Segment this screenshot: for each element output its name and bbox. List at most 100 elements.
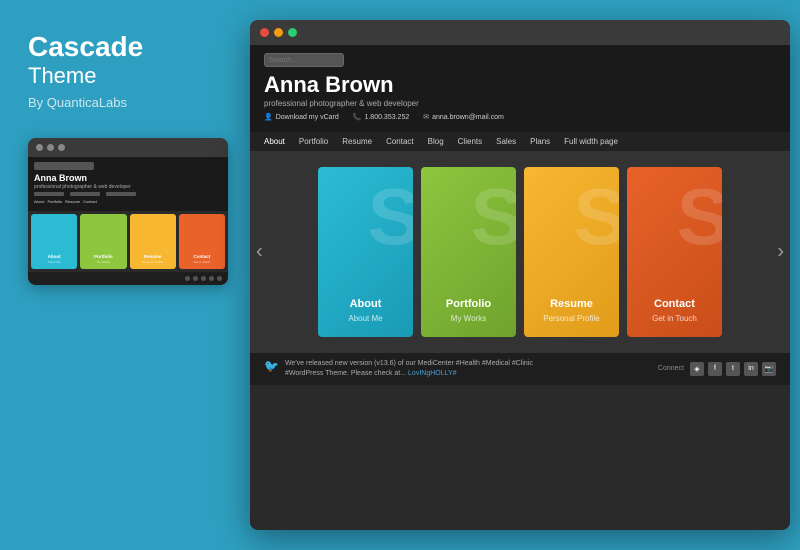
- small-dot-2: [47, 144, 54, 151]
- small-search-box: [34, 162, 94, 170]
- card-contact-sub: Get in Touch: [652, 314, 697, 323]
- large-browser-mockup: Anna Brown professional photographer & w…: [250, 20, 790, 530]
- small-search-row: [34, 162, 222, 170]
- site-footer: 🐦 We've released new version (v13.6) of …: [250, 353, 790, 385]
- large-browser-bar: [250, 20, 790, 45]
- theme-subtitle: Theme: [28, 63, 217, 89]
- card-contact-label: Contact: [654, 298, 695, 310]
- small-footer-dot-1: [185, 276, 190, 281]
- nav-blog[interactable]: Blog: [428, 137, 444, 146]
- card-resume-sub: Personal Profile: [543, 314, 599, 323]
- site-name: Anna Brown: [264, 72, 776, 98]
- card-contact[interactable]: S Contact Get in Touch: [627, 167, 722, 337]
- small-browser-mockup: Anna Brown professional photographer & w…: [28, 138, 228, 285]
- small-browser-content: Anna Brown professional photographer & w…: [28, 157, 228, 285]
- connect-icons: ◈ f t in 📷: [690, 362, 776, 376]
- large-dot-green: [288, 28, 297, 37]
- twitter-icon: 🐦: [264, 359, 279, 373]
- site-search-row: [264, 53, 776, 67]
- small-footer-dot-2: [193, 276, 198, 281]
- small-footer-dot-4: [209, 276, 214, 281]
- small-footer: [28, 272, 228, 285]
- small-dot-3: [58, 144, 65, 151]
- large-dot-yellow: [274, 28, 283, 37]
- tweet-text: We've released new version (v13.6) of ou…: [285, 359, 545, 379]
- small-cards-container: About About Me Portfolio My Works Resume…: [28, 211, 228, 272]
- small-footer-dot-5: [217, 276, 222, 281]
- theme-by: By QuanticaLabs: [28, 95, 217, 110]
- cards-container: S About About Me S Portfolio My Works S …: [318, 167, 722, 337]
- card-resume-label: Resume: [550, 298, 593, 310]
- connect-label: Connect: [658, 365, 684, 372]
- site-nav: About Portfolio Resume Contact Blog Clie…: [250, 132, 790, 151]
- phone-icon: 📞: [353, 113, 362, 121]
- nav-fullwidth[interactable]: Full width page: [564, 137, 618, 146]
- small-card-contact: Contact Get in Touch: [179, 214, 225, 269]
- vcard-icon: 👤: [264, 113, 273, 121]
- hero-section: ‹ S About About Me S Portfolio My Works …: [250, 151, 790, 353]
- small-card-about-sub: About Me: [48, 260, 61, 264]
- rss-icon[interactable]: ◈: [690, 362, 704, 376]
- site-desc: professional photographer & web develope…: [264, 99, 776, 108]
- footer-connect: Connect ◈ f t in 📷: [658, 362, 776, 376]
- small-browser-bar: [28, 138, 228, 157]
- twitter-connect-icon[interactable]: t: [726, 362, 740, 376]
- small-nav-portfolio: Portfolio: [47, 199, 62, 204]
- site-meta-phone: 📞 1.800.353.252: [353, 113, 409, 121]
- tweet-link[interactable]: LovINgHOLLY#: [408, 370, 457, 377]
- site-search-input[interactable]: [264, 53, 344, 67]
- theme-title: Cascade: [28, 32, 217, 63]
- small-card-about: About About Me: [31, 214, 77, 269]
- nav-resume[interactable]: Resume: [342, 137, 372, 146]
- card-resume-watermark: S: [574, 177, 619, 257]
- card-about[interactable]: S About About Me: [318, 167, 413, 337]
- small-site-desc: professional photographer & web develope…: [34, 184, 222, 190]
- small-meta-2: [70, 192, 100, 196]
- site-meta-vcard: 👤 Download my vCard: [264, 113, 339, 121]
- card-portfolio[interactable]: S Portfolio My Works: [421, 167, 516, 337]
- next-arrow[interactable]: ›: [777, 241, 784, 264]
- small-dot-1: [36, 144, 43, 151]
- large-browser-content: Anna Brown professional photographer & w…: [250, 45, 790, 525]
- card-about-watermark: S: [368, 177, 413, 257]
- site-meta: 👤 Download my vCard 📞 1.800.353.252 ✉ an…: [264, 113, 776, 121]
- small-nav-contact: Contact: [83, 199, 97, 204]
- email-icon: ✉: [423, 113, 429, 121]
- card-resume[interactable]: S Resume Personal Profile: [524, 167, 619, 337]
- card-portfolio-label: Portfolio: [446, 298, 491, 310]
- small-card-resume-label: Resume: [144, 254, 162, 259]
- small-meta-3: [106, 192, 136, 196]
- email-text: anna.brown@mail.com: [432, 114, 504, 121]
- site-header: Anna Brown professional photographer & w…: [250, 45, 790, 132]
- small-card-contact-sub: Get in Touch: [193, 260, 210, 264]
- card-about-sub: About Me: [348, 314, 382, 323]
- small-card-about-label: About: [48, 254, 61, 259]
- linkedin-icon[interactable]: in: [744, 362, 758, 376]
- card-about-label: About: [350, 298, 382, 310]
- photo-icon[interactable]: 📷: [762, 362, 776, 376]
- nav-about[interactable]: About: [264, 137, 285, 146]
- small-card-resume: Resume Personal Profile: [130, 214, 176, 269]
- left-panel: Cascade Theme By QuanticaLabs Anna Brown…: [0, 0, 245, 550]
- vcard-text: Download my vCard: [276, 114, 339, 121]
- small-site-name: Anna Brown: [34, 173, 222, 183]
- small-nav-about: About: [34, 199, 44, 204]
- footer-tweet: 🐦 We've released new version (v13.6) of …: [264, 359, 658, 379]
- small-card-portfolio: Portfolio My Works: [80, 214, 126, 269]
- small-nav: About Portfolio Resume Contact: [34, 199, 222, 204]
- small-card-resume-sub: Personal Profile: [142, 260, 163, 264]
- nav-portfolio[interactable]: Portfolio: [299, 137, 328, 146]
- large-dot-red: [260, 28, 269, 37]
- phone-text: 1.800.353.252: [364, 114, 409, 121]
- card-portfolio-sub: My Works: [451, 314, 486, 323]
- nav-sales[interactable]: Sales: [496, 137, 516, 146]
- nav-plans[interactable]: Plans: [530, 137, 550, 146]
- card-portfolio-watermark: S: [471, 177, 516, 257]
- card-contact-watermark: S: [677, 177, 722, 257]
- nav-clients[interactable]: Clients: [458, 137, 482, 146]
- prev-arrow[interactable]: ‹: [256, 241, 263, 264]
- small-card-contact-label: Contact: [194, 254, 211, 259]
- facebook-icon[interactable]: f: [708, 362, 722, 376]
- small-card-portfolio-sub: My Works: [97, 260, 110, 264]
- nav-contact[interactable]: Contact: [386, 137, 414, 146]
